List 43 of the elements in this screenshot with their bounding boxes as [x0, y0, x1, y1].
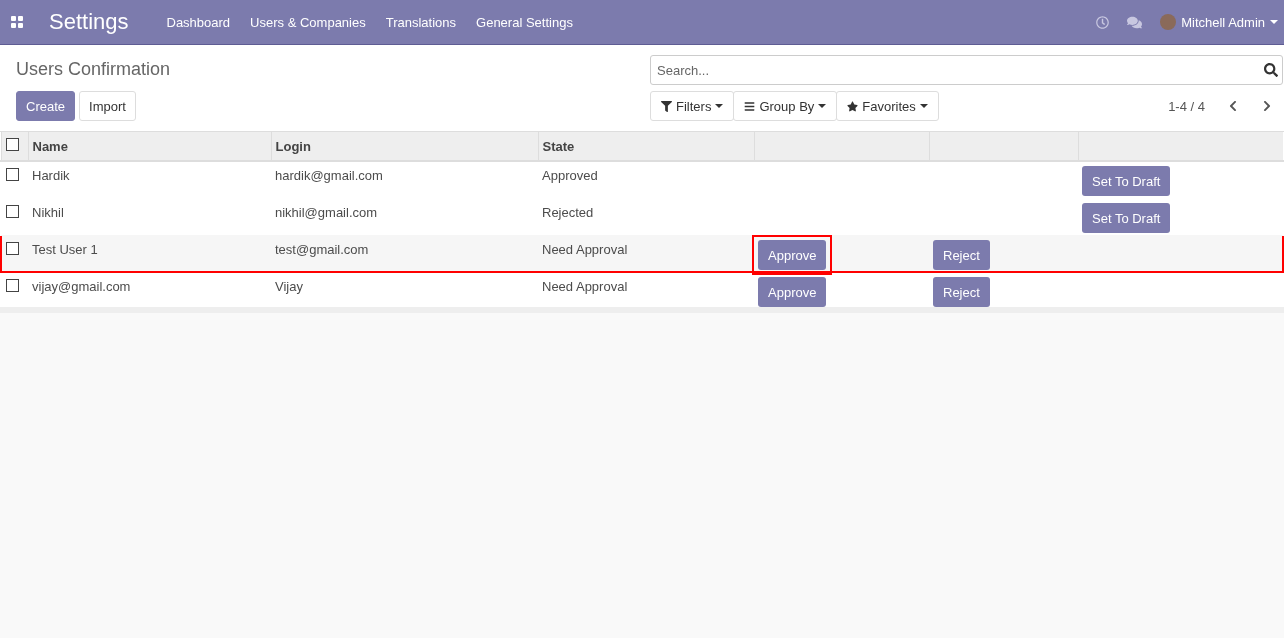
- approve-button[interactable]: Approve: [758, 277, 827, 307]
- checkbox[interactable]: [6, 279, 19, 292]
- dropdown-button[interactable]: Group By: [733, 91, 838, 121]
- star-icon: [847, 100, 859, 112]
- table-row[interactable]: Nikhil nikhil@gmail.com Rejected Set To Draft: [1, 198, 1283, 235]
- previous-icon[interactable]: [1227, 100, 1239, 112]
- app-title: Settings: [49, 9, 129, 35]
- page-title: Users Confirmation: [16, 58, 172, 81]
- create-button[interactable]: Create: [16, 91, 76, 121]
- checkbox[interactable]: [6, 168, 19, 181]
- column-header[interactable]: Login: [271, 132, 538, 161]
- search-field[interactable]: Search...: [650, 55, 1283, 85]
- table-row[interactable]: Test User 1 test@gmail.com Need Approval Approve Reject: [1, 235, 1283, 272]
- draft-button[interactable]: Set To Draft: [1082, 203, 1171, 233]
- checkbox[interactable]: [6, 242, 19, 255]
- user-name[interactable]: Mitchell Admin: [1181, 14, 1265, 30]
- table-row[interactable]: vijay@gmail.com Vijay Need Approval Approve Reject: [1, 272, 1283, 310]
- reject-button[interactable]: Reject: [933, 277, 990, 307]
- import-button[interactable]: Import: [79, 91, 136, 121]
- table-cell: Need Approval: [538, 272, 754, 310]
- menu-icon: [744, 100, 756, 112]
- table-cell: vijay@gmail.com: [28, 272, 271, 310]
- reject-button[interactable]: Reject: [933, 240, 990, 270]
- checkbox[interactable]: [6, 205, 19, 218]
- caret-icon: [1270, 20, 1278, 24]
- menu-link[interactable]: Users & Companies: [240, 14, 376, 30]
- dropdown-button[interactable]: Favorites: [836, 91, 939, 121]
- column-header[interactable]: Name: [28, 132, 271, 161]
- pager-text: 1-4 / 4: [1168, 98, 1205, 114]
- next-icon[interactable]: [1261, 100, 1273, 112]
- column-header[interactable]: State: [538, 132, 754, 161]
- checkbox[interactable]: [5, 138, 19, 151]
- apps-grid-icon[interactable]: [11, 16, 23, 28]
- menu-link[interactable]: Translations: [375, 14, 467, 30]
- draft-button[interactable]: Set To Draft: [1082, 166, 1171, 196]
- menu-link[interactable]: Dashboard: [156, 14, 241, 30]
- dropdown-button[interactable]: Filters: [650, 91, 735, 121]
- menu-link[interactable]: General Settings: [466, 14, 583, 30]
- approve-button[interactable]: Approve: [758, 240, 827, 270]
- table-cell: Vijay: [271, 272, 538, 310]
- table-row[interactable]: Hardik hardik@gmail.com Approved Set To Draft: [1, 161, 1283, 198]
- search-icon[interactable]: [1264, 63, 1278, 77]
- filter-icon: [661, 100, 672, 112]
